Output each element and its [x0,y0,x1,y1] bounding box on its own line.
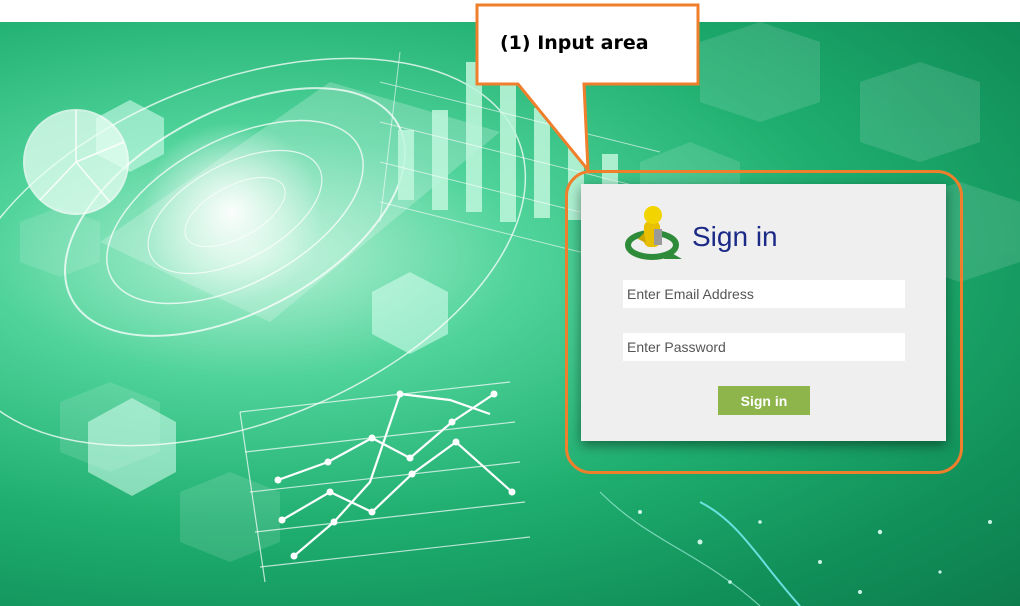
email-field[interactable] [623,280,905,308]
signin-button[interactable]: Sign in [718,386,810,415]
callout-label: (1) Input area [500,32,649,54]
signin-title: Sign in [692,221,778,252]
password-field[interactable] [623,333,905,361]
user-logo-icon [624,203,684,261]
signin-card: Sign in Sign in [581,184,946,441]
